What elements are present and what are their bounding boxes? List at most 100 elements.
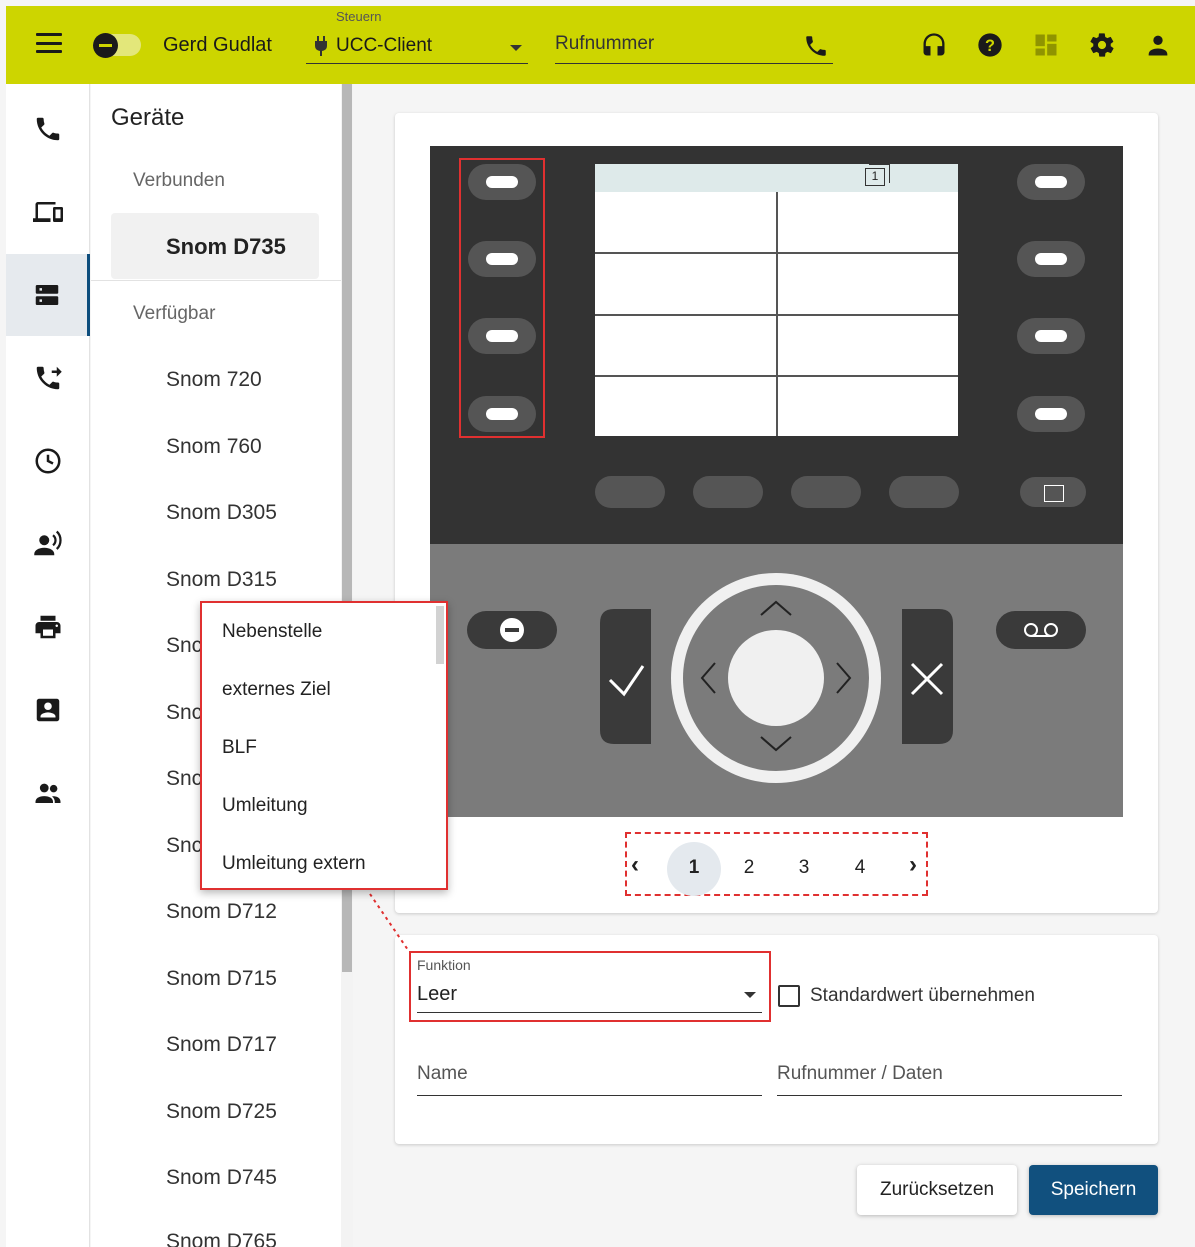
menu-item-externes-ziel[interactable]: externes Ziel xyxy=(222,679,331,701)
line-key-right-2[interactable] xyxy=(1017,241,1085,277)
device-item[interactable]: Snom D712 xyxy=(166,900,277,924)
device-item[interactable]: Snom D305 xyxy=(166,501,277,525)
menu-item-nebenstelle[interactable]: Nebenstelle xyxy=(222,621,322,643)
line-key-right-1[interactable] xyxy=(1017,164,1085,200)
soft-key-4[interactable] xyxy=(889,476,959,508)
display-divider xyxy=(595,314,958,316)
device-item[interactable]: Snom D715 xyxy=(166,967,277,991)
funktion-select[interactable]: Leer xyxy=(417,979,762,1013)
phone-lower xyxy=(430,544,1123,817)
pager-page-3[interactable]: 3 xyxy=(777,842,831,896)
number-data-field[interactable] xyxy=(777,1060,1122,1096)
plug-icon xyxy=(314,36,328,61)
line-key-right-4[interactable] xyxy=(1017,396,1085,432)
rail-device-list[interactable] xyxy=(6,254,90,336)
phone-illustration: 1 xyxy=(430,146,1123,817)
selected-keys-highlight xyxy=(459,158,545,438)
soft-key-2[interactable] xyxy=(693,476,763,508)
rail-call-forward[interactable] xyxy=(6,337,90,419)
display-divider xyxy=(595,375,958,377)
device-item-selected[interactable]: Snom D735 xyxy=(111,213,319,279)
call-forward-icon xyxy=(36,366,62,390)
cancel-call-button[interactable] xyxy=(467,611,557,649)
user-name: Gerd Gudlat xyxy=(163,34,272,56)
devices-title: Geräte xyxy=(111,104,185,131)
print-icon xyxy=(35,615,61,639)
number-data-input[interactable] xyxy=(777,1063,1122,1085)
contact-card-icon xyxy=(36,698,60,722)
device-item[interactable]: Snom D717 xyxy=(166,1033,277,1057)
funktion-label: Funktion xyxy=(417,957,471,973)
rail-voice[interactable] xyxy=(6,503,90,585)
default-value-label: Standardwert übernehmen xyxy=(810,985,1035,1006)
device-item[interactable]: Snc xyxy=(166,834,202,858)
line-key-right-3[interactable] xyxy=(1017,318,1085,354)
phone-display: 1 xyxy=(595,164,958,436)
help-icon[interactable]: ? xyxy=(976,31,1004,59)
rail-group[interactable] xyxy=(6,752,90,834)
display-divider xyxy=(595,252,958,254)
name-input[interactable] xyxy=(417,1063,762,1085)
status-toggle[interactable] xyxy=(93,33,141,58)
device-item[interactable]: Snc xyxy=(166,767,202,791)
menu-item-blf[interactable]: BLF xyxy=(222,737,257,759)
device-item[interactable]: Snom 720 xyxy=(166,368,262,392)
rail-phone[interactable] xyxy=(6,88,90,170)
client-select[interactable]: UCC-Client xyxy=(306,30,528,64)
device-item[interactable]: Snc xyxy=(166,701,202,725)
device-item[interactable]: Snom D315 xyxy=(166,568,277,592)
connected-label: Verbunden xyxy=(133,170,225,191)
phone-icon xyxy=(36,117,60,141)
pager-prev-button[interactable]: ‹ xyxy=(631,851,639,879)
device-item[interactable]: Snom D745 xyxy=(166,1166,277,1190)
default-value-checkbox[interactable] xyxy=(778,985,800,1007)
page-key[interactable] xyxy=(1020,477,1086,507)
user-icon[interactable] xyxy=(1144,31,1172,59)
divider xyxy=(91,280,341,281)
phone-number-input[interactable] xyxy=(555,33,775,55)
pager-page-4[interactable]: 4 xyxy=(833,842,887,896)
page-indicator: 1 xyxy=(865,164,890,186)
save-button[interactable]: Speichern xyxy=(1029,1165,1158,1215)
rail-history[interactable] xyxy=(6,420,90,502)
voice-icon xyxy=(34,530,62,556)
phone-number-field[interactable] xyxy=(555,30,833,64)
rail-print[interactable] xyxy=(6,586,90,668)
control-label: Steuern xyxy=(336,9,382,24)
phone-upper: 1 xyxy=(430,146,1123,544)
rail-contact[interactable] xyxy=(6,669,90,751)
soft-key-3[interactable] xyxy=(791,476,861,508)
menu-item-umleitung[interactable]: Umleitung xyxy=(222,795,308,817)
device-item[interactable]: Snom 760 xyxy=(166,435,262,459)
navigation-pad[interactable] xyxy=(671,573,881,783)
callout-connector xyxy=(369,893,409,951)
funktion-dropdown-menu: Nebenstelle externes Ziel BLF Umleitung … xyxy=(200,601,448,890)
voicemail-button[interactable] xyxy=(996,611,1086,649)
phone-icon[interactable] xyxy=(803,33,829,59)
devices-icon xyxy=(33,202,63,222)
side-rail xyxy=(6,84,90,1247)
group-icon xyxy=(35,783,61,803)
rail-devices[interactable] xyxy=(6,171,90,253)
name-field[interactable] xyxy=(417,1060,762,1096)
menu-item-umleitung-extern[interactable]: Umleitung extern xyxy=(222,853,366,875)
settings-icon[interactable] xyxy=(1088,31,1116,59)
confirm-button[interactable] xyxy=(600,609,651,744)
history-icon xyxy=(35,448,61,474)
reject-button[interactable] xyxy=(902,609,953,744)
device-item[interactable]: Snom D765 xyxy=(166,1230,277,1247)
chevron-down-icon xyxy=(510,45,522,51)
reset-button[interactable]: Zurücksetzen xyxy=(857,1165,1017,1215)
pager-page-2[interactable]: 2 xyxy=(722,842,776,896)
menu-scrollbar[interactable] xyxy=(436,606,444,664)
client-value: UCC-Client xyxy=(336,35,433,56)
available-label: Verfügbar xyxy=(133,303,216,324)
device-item[interactable]: Snom D725 xyxy=(166,1100,277,1124)
menu-icon[interactable] xyxy=(36,33,62,53)
device-item[interactable]: Snc xyxy=(166,634,202,658)
pager-page-1[interactable]: 1 xyxy=(667,842,721,896)
headset-icon[interactable] xyxy=(920,31,948,59)
dashboard-icon[interactable] xyxy=(1032,31,1060,59)
soft-key-1[interactable] xyxy=(595,476,665,508)
pager-next-button[interactable]: › xyxy=(909,851,917,879)
